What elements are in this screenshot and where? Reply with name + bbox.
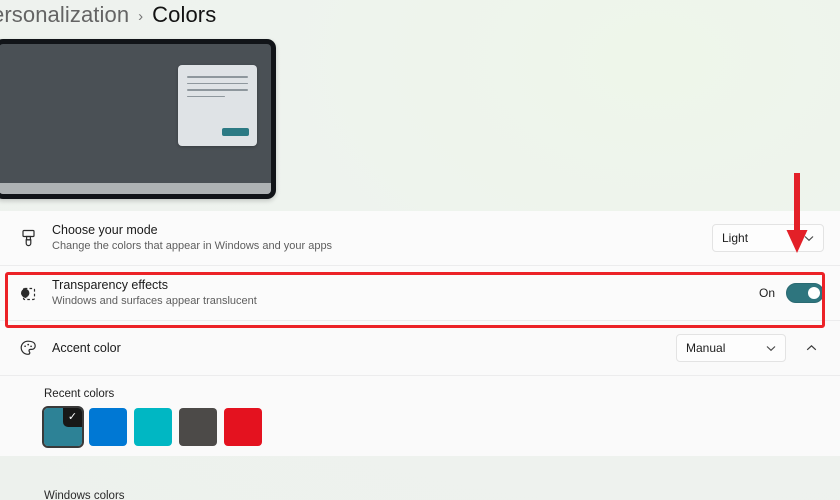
settings-rows: Choose your mode Change the colors that … (0, 211, 840, 456)
recent-colors-swatches: ✓ (42, 406, 840, 448)
page-title: Colors (152, 2, 217, 27)
chevron-down-icon (766, 345, 776, 352)
toggle-state-label: On (758, 286, 775, 300)
breadcrumb: ersonalization › Colors (0, 0, 216, 32)
preview-dialog-accent-button (222, 128, 249, 136)
row-title: Accent color (52, 341, 121, 355)
accent-mode-dropdown[interactable]: Manual (676, 334, 786, 362)
preview-desktop (0, 44, 271, 194)
row-choose-your-mode[interactable]: Choose your mode Change the colors that … (0, 211, 840, 266)
recent-colors-label: Recent colors (44, 388, 115, 400)
row-accent-color[interactable]: Accent color Manual (0, 321, 840, 376)
colors-preview-panel (0, 39, 276, 199)
mode-dropdown[interactable]: Light (712, 224, 824, 252)
color-swatch[interactable] (89, 408, 127, 446)
color-swatch[interactable] (224, 408, 262, 446)
transparency-toggle-group[interactable]: On (759, 283, 824, 303)
row-title: Choose your mode (52, 223, 158, 237)
row-text-choose-your-mode: Choose your mode Change the colors that … (46, 222, 712, 254)
preview-taskbar (0, 183, 271, 194)
transparency-effects-toggle[interactable] (786, 283, 824, 303)
preview-dialog-window (178, 65, 257, 146)
mode-dropdown-value: Light (722, 231, 749, 245)
check-icon: ✓ (63, 408, 82, 427)
accent-color-collapse-button[interactable] (798, 335, 824, 361)
row-title: Transparency effects (52, 278, 169, 292)
row-text-transparency-effects: Transparency effects Windows and surface… (46, 277, 759, 309)
transparency-icon (10, 285, 46, 302)
palette-icon (10, 339, 46, 357)
accent-mode-value: Manual (686, 341, 726, 355)
color-swatch[interactable]: ✓ (42, 406, 84, 448)
row-subtitle: Windows and surfaces appear translucent (52, 295, 257, 307)
paintbrush-icon (10, 229, 46, 247)
color-swatch[interactable] (179, 408, 217, 446)
row-subtitle: Change the colors that appear in Windows… (52, 240, 333, 252)
recent-colors-section: Recent colors ✓ (0, 376, 840, 456)
settings-colors-page: ersonalization › Colors Choose your mode… (0, 0, 840, 500)
chevron-down-icon (804, 235, 814, 242)
row-controls: Manual (676, 334, 824, 362)
chevron-right-icon: › (138, 7, 144, 25)
color-swatch[interactable] (134, 408, 172, 446)
row-transparency-effects[interactable]: Transparency effects Windows and surface… (0, 266, 840, 321)
breadcrumb-parent-personalization[interactable]: ersonalization (0, 2, 129, 28)
preview-dialog-text-lines (187, 76, 248, 102)
windows-colors-label: Windows colors (44, 490, 125, 500)
toggle-knob (808, 287, 820, 299)
row-controls: On (759, 283, 824, 303)
row-text-accent-color: Accent color (46, 340, 676, 356)
chevron-up-icon (806, 339, 817, 357)
row-controls: Light (712, 224, 824, 252)
